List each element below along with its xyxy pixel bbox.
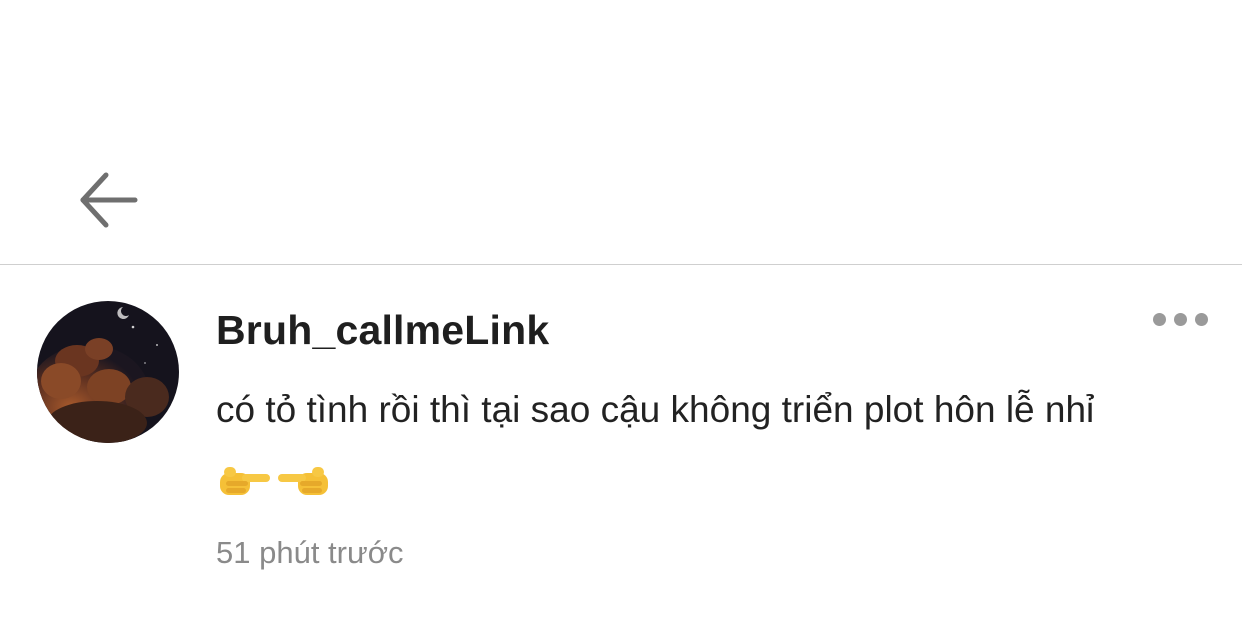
backhand-index-pointing-right-icon	[220, 467, 270, 495]
arrow-left-icon	[80, 172, 138, 228]
avatar-image	[37, 301, 179, 443]
more-dot	[1152, 312, 1166, 326]
comment-timestamp: 51 phút trước	[216, 535, 404, 570]
comment-text: có tỏ tình rồi thì tại sao cậu không tri…	[216, 389, 1095, 430]
avatar[interactable]	[37, 301, 179, 443]
backhand-index-pointing-left-icon	[278, 467, 328, 495]
back-button[interactable]	[66, 158, 150, 242]
top-bar	[0, 0, 1242, 264]
emoji-row	[216, 461, 332, 501]
more-options-button[interactable]	[1140, 301, 1220, 337]
comment-item: Bruh_callmeLink có tỏ tình rồi thì tại s…	[0, 265, 1242, 626]
more-dot	[1194, 312, 1208, 326]
more-dot	[1173, 312, 1187, 326]
username-link[interactable]: Bruh_callmeLink	[216, 307, 549, 354]
